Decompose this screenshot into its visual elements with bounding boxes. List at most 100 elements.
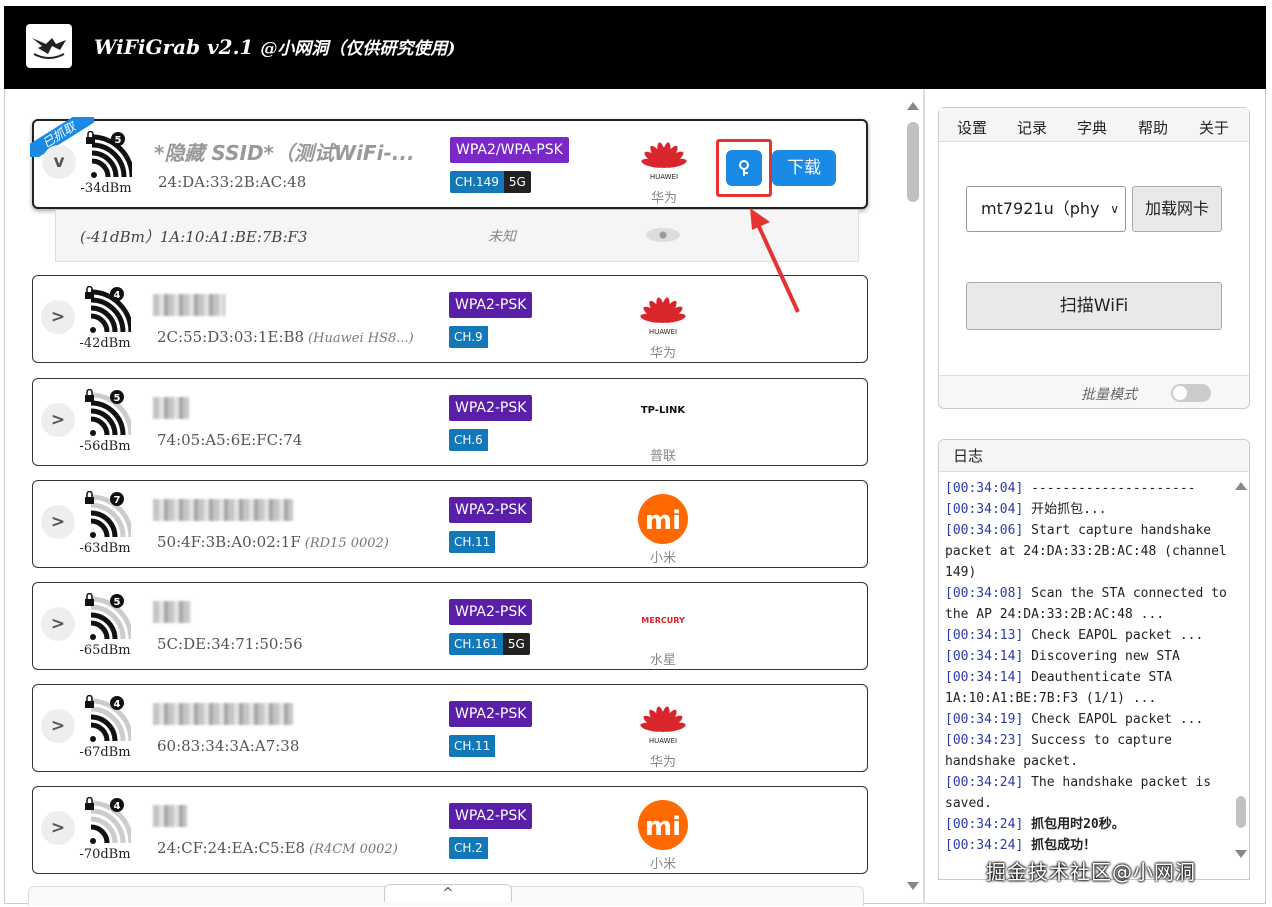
- tab-dictionary[interactable]: 字典: [1077, 117, 1107, 138]
- band-label: 5G: [503, 171, 531, 193]
- encryption-badge: WPA2-PSK: [449, 701, 533, 727]
- expand-toggle[interactable]: >: [41, 709, 75, 743]
- encryption-badge: WPA2-PSK: [449, 803, 533, 829]
- network-card[interactable]: > 5 -65dBm 5C:DE:34:71:50:56 WPA2-PSK CH.16…: [32, 582, 868, 670]
- bssid-note: (RD15 0002): [304, 536, 389, 551]
- bssid-label: 60:83:34:3A:A7:38: [157, 737, 299, 755]
- tplink-logo: TP-LINK: [623, 391, 703, 447]
- bssid-value: 50:4F:3B:A0:02:1F: [157, 533, 301, 551]
- wifi-signal-icon: 5: [85, 592, 134, 641]
- wifi-signal-icon: 4: [85, 694, 134, 743]
- tab-records[interactable]: 记录: [1017, 117, 1047, 138]
- download-button[interactable]: 下载: [772, 150, 836, 186]
- signal-strength: -70dBm: [79, 847, 131, 862]
- expand-toggle[interactable]: v: [42, 145, 76, 179]
- expand-toggle[interactable]: >: [41, 607, 75, 641]
- ssid-label: *隐藏 SSID*（测试WiFi-...: [154, 141, 415, 165]
- title-bar: WiFiGrab v2.1 @小网洞（仅供研究使用): [4, 6, 1266, 89]
- chevron-down-icon: ∨: [1110, 202, 1119, 216]
- log-timestamp: [00:34:23]: [945, 733, 1024, 748]
- log-scroll-down-icon[interactable]: [1235, 850, 1247, 858]
- vendor-name: 普联: [649, 449, 676, 464]
- bssid-label: 24:CF:24:EA:C5:E8 (R4CM 0002): [157, 839, 398, 857]
- log-timestamp: [00:34:08]: [945, 586, 1024, 601]
- scroll-down-arrow-icon[interactable]: [907, 882, 919, 890]
- pane-splitter[interactable]: [923, 89, 925, 904]
- log-scroll-up-icon[interactable]: [1235, 482, 1247, 490]
- bssid-value: 5C:DE:34:71:50:56: [157, 635, 303, 653]
- scroll-up-arrow-icon[interactable]: [907, 102, 919, 110]
- log-message: 抓包用时20秒。: [1023, 817, 1125, 832]
- annotation-arrow-icon: [750, 208, 800, 313]
- adapter-select[interactable]: mt7921u（phy ∨: [966, 186, 1126, 232]
- load-adapter-button[interactable]: 加载网卡: [1132, 186, 1222, 232]
- vendor-name: 小米: [649, 551, 676, 566]
- network-card[interactable]: 已抓取 v 5 -34dBm *隐藏 SSID*（测试WiFi-... 24:DA:3…: [30, 117, 868, 209]
- expand-toggle[interactable]: >: [41, 403, 75, 437]
- wifi-signal-icon: 4: [85, 796, 134, 845]
- scroll-thumb[interactable]: [907, 122, 919, 202]
- channel-label: CH.11: [449, 531, 496, 553]
- app-logo: [26, 24, 72, 68]
- log-message: Check EAPOL packet ...: [1023, 628, 1204, 643]
- svg-text:4: 4: [114, 801, 121, 812]
- log-message: Check EAPOL packet ...: [1023, 712, 1204, 727]
- channel-label: CH.9: [449, 326, 488, 348]
- channel-badge: CH.149 5G: [450, 171, 531, 193]
- svg-text:HUAWEI: HUAWEI: [649, 328, 677, 336]
- network-card[interactable]: > 5 -56dBm 74:05:A5:6E:FC:74 WPA2-PSK CH.6 T…: [32, 378, 868, 466]
- wifi-signal-icon: 7: [85, 490, 134, 539]
- bssid-label: 74:05:A5:6E:FC:74: [157, 431, 302, 449]
- tab-settings[interactable]: 设置: [957, 117, 987, 138]
- expand-toggle[interactable]: >: [41, 505, 75, 539]
- tab-about[interactable]: 关于: [1199, 117, 1229, 138]
- settings-panel: 设置 记录 字典 帮助 关于 mt7921u（phy ∨ 加载网卡 扫描WiFi…: [938, 107, 1250, 409]
- log-timestamp: [00:34:04]: [945, 502, 1024, 517]
- network-card[interactable]: > 4 -70dBm 24:CF:24:EA:C5:E8 (R4CM 0002) WP…: [32, 786, 868, 874]
- scan-wifi-button[interactable]: 扫描WiFi: [966, 282, 1222, 330]
- expand-toggle[interactable]: >: [41, 300, 75, 334]
- log-message: Discovering new STA: [1023, 649, 1180, 664]
- network-list-scrollbar[interactable]: [903, 98, 923, 898]
- wifi-signal-icon: 5: [85, 388, 134, 437]
- log-scroll-thumb[interactable]: [1236, 796, 1246, 828]
- svg-text:HUAWEI: HUAWEI: [650, 173, 678, 181]
- network-card[interactable]: > 4 -42dBm 2C:55:D3:03:1E:B8 (Huawei HS8..…: [32, 275, 868, 363]
- channel-badge: CH.161 5G: [449, 633, 530, 655]
- key-button[interactable]: [726, 150, 762, 186]
- ssid-redacted: [153, 294, 225, 316]
- channel-label: CH.149: [450, 171, 504, 193]
- band-label: 5G: [502, 633, 530, 655]
- signal-strength: -34dBm: [80, 181, 132, 196]
- svg-text:mi: mi: [645, 506, 681, 536]
- log-message: 抓包成功！: [1023, 838, 1097, 853]
- watermark: 掘金技术社区@小网洞: [986, 860, 1196, 884]
- signal-strength: -67dBm: [79, 745, 131, 760]
- log-timestamp: [00:34:24]: [945, 838, 1024, 853]
- encryption-badge: WPA2/WPA-PSK: [450, 137, 569, 163]
- log-line: [00:34:08] Scan the STA connected to the…: [945, 583, 1227, 625]
- vendor-name: 小米: [649, 857, 676, 872]
- bssid-label: 5C:DE:34:71:50:56: [157, 635, 303, 653]
- log-timestamp: [00:34:24]: [945, 775, 1024, 790]
- log-timestamp: [00:34:14]: [945, 670, 1024, 685]
- unknown-vendor-icon: [646, 228, 680, 242]
- encryption-badge: WPA2-PSK: [449, 395, 533, 421]
- expand-toggle[interactable]: >: [41, 811, 75, 845]
- encryption-badge: WPA2-PSK: [449, 497, 533, 523]
- bssid-label: 50:4F:3B:A0:02:1F (RD15 0002): [157, 533, 389, 551]
- log-scrollbar[interactable]: [1235, 480, 1247, 860]
- channel-label: CH.161: [449, 633, 503, 655]
- key-icon: [739, 160, 749, 176]
- log-timestamp: [00:34:06]: [945, 523, 1024, 538]
- network-card[interactable]: > 4 -67dBm 60:83:34:3A:A7:38 WPA2-PSK CH.11…: [32, 684, 868, 772]
- station-row[interactable]: (-41dBm）1A:10:A1:BE:7B:F3 未知: [55, 210, 859, 262]
- tab-help[interactable]: 帮助: [1138, 117, 1168, 138]
- channel-badge: CH.11: [449, 735, 496, 757]
- batch-mode-toggle[interactable]: [1171, 384, 1211, 402]
- network-card[interactable]: > 7 -63dBm 50:4F:3B:A0:02:1F (RD15 0002) WP…: [32, 480, 868, 568]
- xiaomi-logo: mi: [623, 799, 703, 855]
- log-line: [00:34:14] Deauthenticate STA 1A:10:A1:B…: [945, 667, 1227, 709]
- collapse-toggle[interactable]: ^: [384, 884, 512, 902]
- ssid-redacted: [153, 703, 293, 725]
